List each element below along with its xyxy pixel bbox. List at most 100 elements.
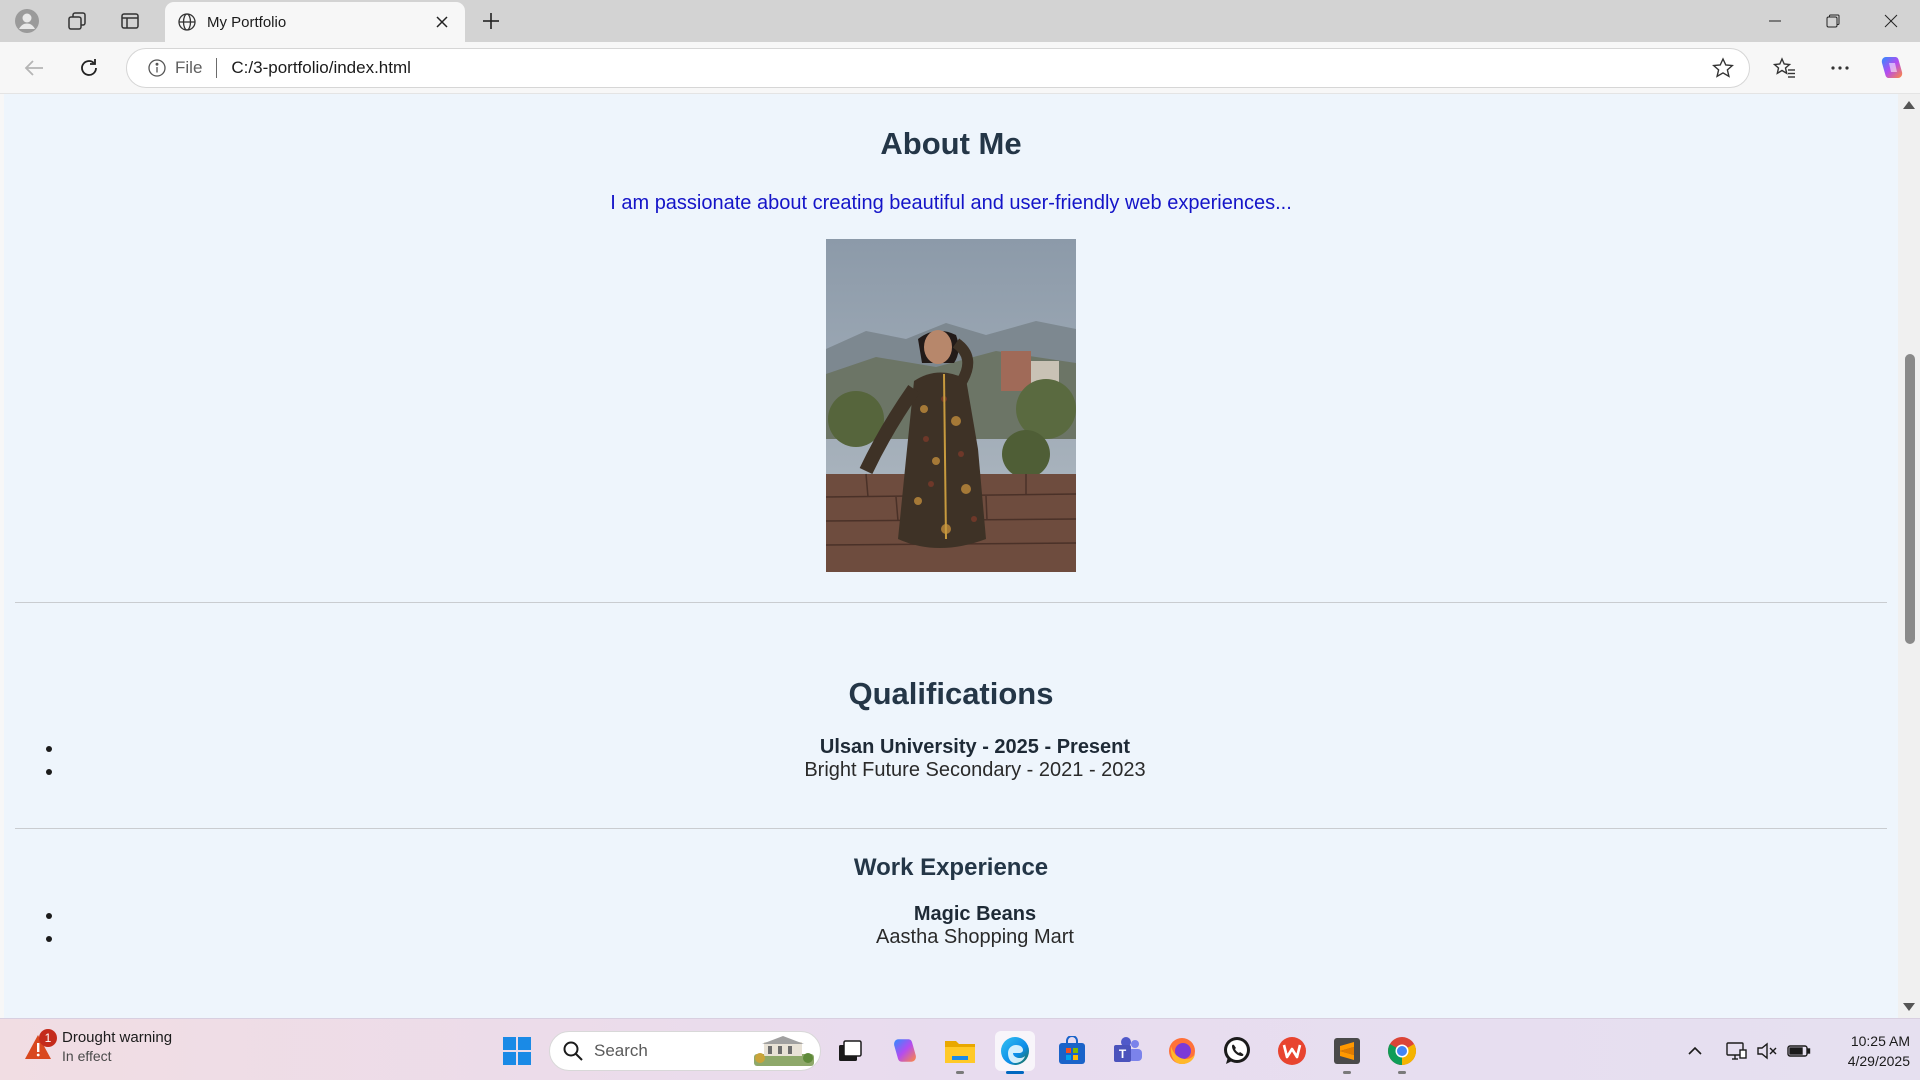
qualifications-list: Ulsan University - 2025 - Present Bright… bbox=[4, 736, 1898, 782]
file-explorer-app[interactable] bbox=[940, 1031, 980, 1074]
taskbar-search[interactable]: Search bbox=[549, 1031, 821, 1071]
back-icon bbox=[24, 60, 43, 76]
search-icon bbox=[563, 1041, 583, 1061]
scroll-down-icon bbox=[1903, 1003, 1915, 1011]
copilot-button[interactable] bbox=[1874, 51, 1910, 85]
minimize-icon bbox=[1769, 20, 1781, 22]
portfolio-page: About Me I am passionate about creating … bbox=[4, 94, 1898, 1018]
minimize-button[interactable] bbox=[1746, 0, 1804, 42]
back-button[interactable] bbox=[16, 51, 52, 85]
active-indicator bbox=[1006, 1071, 1024, 1074]
wps-office-app[interactable] bbox=[1272, 1031, 1312, 1071]
wps-office-icon bbox=[1278, 1037, 1306, 1065]
about-heading: About Me bbox=[880, 126, 1022, 161]
favorites-icon bbox=[1773, 57, 1795, 78]
address-separator bbox=[216, 58, 218, 78]
restore-icon bbox=[1826, 14, 1840, 28]
file-explorer-icon bbox=[945, 1041, 975, 1063]
edge-app[interactable] bbox=[995, 1031, 1035, 1074]
tab-strip: My Portfolio bbox=[0, 0, 1920, 42]
tab-actions-button[interactable] bbox=[113, 6, 147, 36]
sublime-text-app[interactable] bbox=[1327, 1031, 1367, 1074]
start-button[interactable] bbox=[497, 1031, 537, 1071]
scroll-up-button[interactable] bbox=[1898, 96, 1920, 114]
info-icon bbox=[148, 59, 166, 77]
show-hidden-icons-button[interactable] bbox=[1680, 1031, 1710, 1071]
more-options-button[interactable] bbox=[1822, 51, 1858, 85]
battery-icon bbox=[1787, 1045, 1811, 1057]
store-app[interactable] bbox=[1052, 1031, 1092, 1071]
windows-start-icon bbox=[503, 1037, 531, 1065]
window-close-icon bbox=[1884, 14, 1898, 28]
site-info-button[interactable] bbox=[147, 58, 167, 78]
close-tab-button[interactable] bbox=[431, 11, 453, 33]
chrome-app[interactable] bbox=[1382, 1031, 1422, 1074]
teams-app[interactable]: T bbox=[1107, 1031, 1147, 1071]
running-indicator bbox=[1343, 1071, 1351, 1074]
task-view-icon bbox=[839, 1040, 862, 1061]
copilot-app[interactable] bbox=[885, 1031, 925, 1071]
close-icon bbox=[436, 16, 448, 28]
profile-button[interactable] bbox=[10, 6, 44, 36]
network-icon bbox=[1725, 1042, 1747, 1060]
store-icon bbox=[1059, 1036, 1085, 1064]
list-item: Aastha Shopping Mart bbox=[4, 926, 1898, 949]
bullet bbox=[46, 746, 52, 752]
list-item: Ulsan University - 2025 - Present bbox=[4, 736, 1898, 759]
weather-title: Drought warning bbox=[62, 1029, 173, 1046]
work-text: Aastha Shopping Mart bbox=[876, 926, 1074, 948]
new-tab-button[interactable] bbox=[474, 6, 508, 36]
more-icon bbox=[1831, 66, 1849, 70]
add-favorite-button[interactable] bbox=[1705, 52, 1741, 84]
task-view-button[interactable] bbox=[830, 1031, 870, 1071]
qualifications-heading: Qualifications bbox=[848, 676, 1054, 711]
star-icon bbox=[1712, 57, 1734, 78]
address-url[interactable]: C:/3-portfolio/index.html bbox=[231, 58, 1705, 78]
profile-photo-image bbox=[826, 239, 1076, 572]
list-item: Bright Future Secondary - 2021 - 2023 bbox=[4, 759, 1898, 782]
refresh-button[interactable] bbox=[71, 51, 107, 85]
profile-photo bbox=[826, 239, 1076, 572]
tab-my-portfolio[interactable]: My Portfolio bbox=[165, 2, 465, 42]
favorites-button[interactable] bbox=[1767, 51, 1803, 85]
tab-title: My Portfolio bbox=[207, 13, 287, 31]
browser-toolbar: File C:/3-portfolio/index.html bbox=[0, 42, 1920, 94]
section-divider bbox=[15, 602, 1887, 603]
clock-date: 4/29/2025 bbox=[1847, 1053, 1910, 1069]
clock[interactable]: 10:25 AM 4/29/2025 bbox=[1810, 1031, 1910, 1071]
scroll-down-button[interactable] bbox=[1898, 998, 1920, 1016]
section-divider bbox=[15, 828, 1887, 829]
qualification-text: Ulsan University - 2025 - Present bbox=[819, 736, 1131, 758]
globe-icon bbox=[178, 13, 196, 31]
whatsapp-app[interactable] bbox=[1217, 1031, 1257, 1071]
new-tab-icon bbox=[483, 13, 499, 29]
firefox-app[interactable] bbox=[1162, 1031, 1202, 1071]
vertical-scrollbar[interactable] bbox=[1898, 94, 1920, 1018]
copilot-icon bbox=[1881, 57, 1903, 78]
chevron-up-icon bbox=[1688, 1046, 1702, 1055]
work-list: Magic Beans Aastha Shopping Mart bbox=[4, 903, 1898, 949]
copilot-app-icon bbox=[894, 1039, 916, 1062]
profile-icon bbox=[15, 9, 39, 33]
running-indicator bbox=[1398, 1071, 1406, 1074]
workspaces-button[interactable] bbox=[60, 6, 94, 36]
drought-warning-icon: 1 bbox=[24, 1028, 57, 1063]
scrollbar-thumb[interactable] bbox=[1905, 354, 1915, 644]
address-bar[interactable]: File C:/3-portfolio/index.html bbox=[126, 48, 1750, 88]
system-tray-status[interactable] bbox=[1720, 1031, 1816, 1071]
work-text: Magic Beans bbox=[913, 903, 1037, 925]
running-indicator bbox=[956, 1071, 964, 1074]
weather-subtitle: In effect bbox=[62, 1048, 112, 1064]
window-close-button[interactable] bbox=[1862, 0, 1920, 42]
qualification-text: Bright Future Secondary - 2021 - 2023 bbox=[804, 759, 1146, 781]
workspaces-icon bbox=[68, 12, 86, 30]
browser-viewport: About Me I am passionate about creating … bbox=[0, 94, 1920, 1018]
refresh-icon bbox=[81, 59, 97, 76]
edge-icon bbox=[1001, 1037, 1029, 1065]
restore-button[interactable] bbox=[1804, 0, 1862, 42]
weather-widget[interactable]: 1 Drought warning In effect bbox=[24, 1028, 173, 1064]
svg-text:T: T bbox=[1119, 1047, 1127, 1061]
bullet bbox=[46, 936, 52, 942]
chrome-icon bbox=[1388, 1037, 1416, 1065]
bullet bbox=[46, 769, 52, 775]
